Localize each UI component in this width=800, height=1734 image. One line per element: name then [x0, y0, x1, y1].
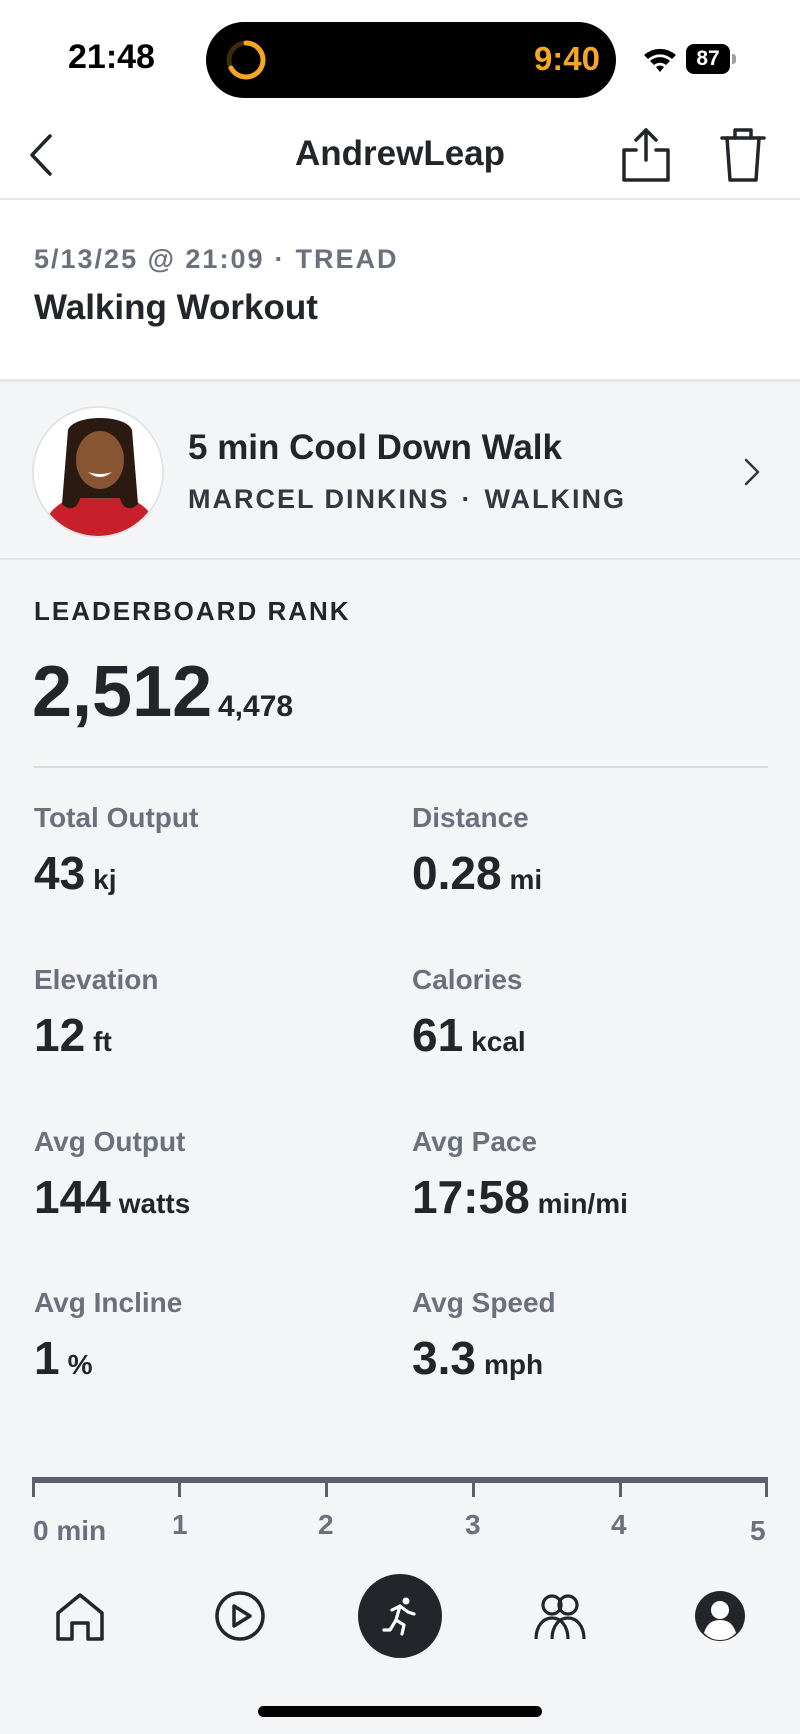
metric-value: 144 watts	[34, 1170, 190, 1224]
page-title: AndrewLeap	[294, 134, 506, 173]
metric-label: Avg Pace	[412, 1126, 538, 1157]
tab-profile[interactable]	[670, 1570, 770, 1662]
metric-unit: kj	[93, 864, 117, 895]
share-button[interactable]	[618, 124, 674, 184]
timeline-tick	[472, 1477, 475, 1497]
timeline-label: 3	[465, 1509, 481, 1540]
delete-button[interactable]	[718, 124, 768, 184]
meta-separator: ·	[274, 244, 286, 274]
metric-avg-incline: Avg Incline 1%	[34, 1287, 182, 1385]
metric-unit: mph	[483, 1349, 544, 1380]
metric-value: 61 kcal	[412, 1008, 526, 1062]
metric-label: Avg Output	[34, 1126, 186, 1157]
status-bar: 21:48 9:40 87	[0, 0, 800, 110]
play-circle-icon	[215, 1591, 265, 1641]
workout-category: TREAD	[295, 244, 399, 274]
instructor-photo	[34, 408, 162, 536]
metric-number: 12	[34, 1009, 86, 1061]
running-person-icon	[382, 1597, 416, 1636]
class-subtitle: MARCEL DINKINS · WALKING	[188, 484, 626, 515]
tab-classes[interactable]	[190, 1570, 290, 1662]
dynamic-island[interactable]: 9:40	[206, 22, 616, 98]
nav-bar: AndrewLeap	[0, 110, 800, 200]
metric-number: 1	[34, 1332, 60, 1384]
timeline-tick	[178, 1477, 181, 1497]
timeline-label: 5	[750, 1515, 766, 1546]
metric-value: 43 kj	[34, 846, 198, 900]
wifi-icon	[644, 48, 676, 72]
battery-tip	[732, 54, 736, 64]
metric-number: 43	[34, 847, 86, 899]
metric-elevation: Elevation 12 ft	[34, 964, 158, 1062]
live-activity-timer: 9:40	[533, 40, 600, 77]
metric-label: Calories	[412, 964, 523, 995]
metric-unit: kcal	[471, 1026, 526, 1057]
metric-label: Total Output	[34, 802, 199, 833]
metric-unit: %	[67, 1349, 93, 1380]
metric-number: 3.3	[412, 1332, 476, 1384]
class-discipline: WALKING	[484, 484, 627, 514]
metric-unit: watts	[118, 1188, 191, 1219]
metric-value: 12 ft	[34, 1008, 158, 1062]
battery-indicator: 87	[686, 44, 736, 74]
timeline-label: 2	[318, 1509, 334, 1540]
profile-icon	[695, 1591, 745, 1641]
timeline-bar	[32, 1477, 768, 1483]
instructor-name: MARCEL DINKINS	[188, 484, 450, 514]
timeline-label: 4	[611, 1509, 627, 1540]
metric-number: 0.28	[412, 847, 502, 899]
metric-value: 17:58 min/mi	[412, 1170, 628, 1224]
metric-label: Elevation	[34, 964, 159, 995]
timeline-tick	[325, 1477, 328, 1497]
class-card[interactable]: 5 min Cool Down Walk MARCEL DINKINS · WALK…	[0, 384, 800, 560]
timeline-tick	[619, 1477, 622, 1497]
people-icon	[534, 1594, 586, 1640]
metric-unit: mi	[509, 864, 543, 895]
home-icon	[56, 1593, 104, 1641]
metric-label: Avg Incline	[34, 1287, 183, 1318]
timeline-label: 1	[172, 1509, 188, 1540]
metric-value: 1%	[34, 1331, 182, 1385]
share-icon	[622, 128, 670, 182]
leaderboard-total: 4,478	[218, 690, 294, 723]
timeline-label: 0 min	[33, 1515, 107, 1546]
metric-unit: min/mi	[537, 1188, 628, 1219]
workout-date: 5/13/25 @ 21:09	[34, 244, 265, 274]
tab-home[interactable]	[30, 1570, 130, 1662]
leaderboard-rank: 2,512	[32, 652, 213, 732]
tab-workouts[interactable]	[358, 1574, 442, 1658]
metric-number: 17:58	[412, 1171, 530, 1223]
metric-number: 61	[412, 1009, 464, 1061]
timeline-tick	[765, 1477, 768, 1497]
class-title: 5 min Cool Down Walk	[188, 428, 562, 467]
metric-number: 144	[34, 1171, 111, 1223]
metric-value: 3.3 mph	[412, 1331, 556, 1385]
metric-distance: Distance 0.28 mi	[412, 802, 542, 900]
leaderboard-label: LEADERBOARD RANK	[34, 596, 351, 626]
metric-unit: ft	[93, 1026, 112, 1057]
home-indicator[interactable]	[258, 1706, 542, 1717]
metric-value: 0.28 mi	[412, 846, 542, 900]
metric-calories: Calories 61 kcal	[412, 964, 526, 1062]
metric-avg-output: Avg Output 144 watts	[34, 1126, 190, 1224]
metric-label: Distance	[412, 802, 529, 833]
metric-total-output: Total Output 43 kj	[34, 802, 198, 900]
workout-header: 5/13/25 @ 21:09 · TREAD Walking Workout	[0, 200, 800, 382]
workout-meta: 5/13/25 @ 21:09 · TREAD	[34, 244, 398, 275]
status-time: 21:48	[68, 38, 155, 76]
battery-level: 87	[686, 44, 730, 74]
metric-avg-pace: Avg Pace 17:58 min/mi	[412, 1126, 628, 1224]
instructor-avatar	[32, 406, 164, 538]
workout-timeline[interactable]: 0 min 1 2 3 4 5	[32, 1477, 768, 1567]
class-separator: ·	[461, 484, 473, 514]
trash-icon	[720, 128, 766, 182]
tab-community[interactable]	[510, 1570, 610, 1662]
timeline-tick	[32, 1477, 35, 1497]
metric-avg-speed: Avg Speed 3.3 mph	[412, 1287, 556, 1385]
divider	[34, 766, 768, 768]
metric-label: Avg Speed	[412, 1287, 556, 1318]
workout-title: Walking Workout	[34, 288, 318, 327]
timer-ring-icon	[226, 40, 266, 80]
chevron-right-icon	[744, 458, 760, 486]
